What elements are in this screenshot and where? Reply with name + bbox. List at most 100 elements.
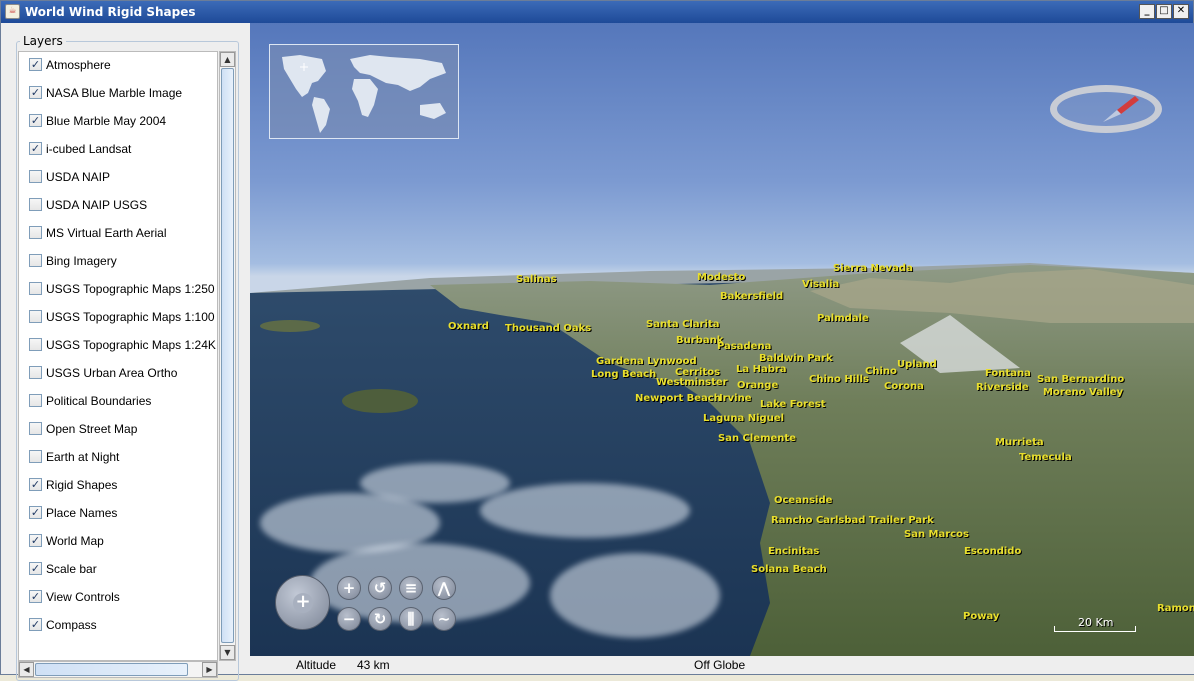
layer-label: USGS Topographic Maps 1:24K bbox=[46, 338, 216, 352]
vertical-exaggeration-up-icon[interactable]: ⋀ bbox=[432, 576, 456, 600]
layer-checkbox[interactable] bbox=[29, 394, 42, 407]
layer-label: Bing Imagery bbox=[46, 254, 117, 268]
layer-checkbox[interactable] bbox=[29, 226, 42, 239]
place-name-label: Lake Forest bbox=[760, 399, 826, 410]
place-name-label: Chino Hills bbox=[809, 374, 869, 385]
layer-checkbox[interactable]: ✓ bbox=[29, 142, 42, 155]
place-name-label: Fontana bbox=[985, 368, 1031, 379]
place-name-label: Riverside bbox=[976, 382, 1029, 393]
layer-label: Open Street Map bbox=[46, 422, 138, 436]
layer-checkbox[interactable]: ✓ bbox=[29, 114, 42, 127]
world-map-overview[interactable] bbox=[269, 44, 459, 139]
layer-checkbox[interactable] bbox=[29, 310, 42, 323]
place-name-label: Pasadena bbox=[717, 341, 772, 352]
layer-label: Earth at Night bbox=[46, 450, 120, 464]
layer-checkbox[interactable]: ✓ bbox=[29, 618, 42, 631]
minimize-button[interactable]: _ bbox=[1139, 4, 1155, 19]
layer-item[interactable]: USDA NAIP USGS bbox=[19, 195, 217, 215]
layer-item[interactable]: Bing Imagery bbox=[19, 251, 217, 271]
layer-checkbox[interactable] bbox=[29, 198, 42, 211]
layer-label: Place Names bbox=[46, 506, 118, 520]
place-name-label: La Habra bbox=[736, 364, 787, 375]
layer-item[interactable]: USGS Topographic Maps 1:24K bbox=[19, 335, 217, 355]
zoom-out-icon[interactable]: − bbox=[337, 607, 361, 631]
layer-item[interactable]: ✓ Blue Marble May 2004 bbox=[19, 111, 217, 131]
layer-item[interactable]: USGS Urban Area Ortho bbox=[19, 363, 217, 383]
vertical-scroll-thumb[interactable] bbox=[221, 68, 234, 643]
layer-item[interactable]: ✓ World Map bbox=[19, 531, 217, 551]
place-name-label: Visalia bbox=[802, 279, 840, 290]
rotate-right-icon[interactable]: ↻ bbox=[368, 607, 392, 631]
layer-item[interactable]: USGS Topographic Maps 1:250 bbox=[19, 279, 217, 299]
layer-checkbox[interactable] bbox=[29, 422, 42, 435]
layer-list: ✓ Atmosphere ✓ NASA Blue Marble Image ✓ Blue … bbox=[18, 51, 218, 661]
layer-checkbox[interactable]: ✓ bbox=[29, 562, 42, 575]
layer-item[interactable]: ✓ View Controls bbox=[19, 587, 217, 607]
close-button[interactable]: ✕ bbox=[1173, 4, 1189, 19]
horizontal-scroll-thumb[interactable] bbox=[35, 663, 188, 676]
layer-label: USDA NAIP bbox=[46, 170, 111, 184]
tilt-down-icon[interactable]: ⫼ bbox=[399, 607, 423, 631]
layer-checkbox[interactable]: ✓ bbox=[29, 478, 42, 491]
maximize-button[interactable]: □ bbox=[1156, 4, 1172, 19]
layer-checkbox[interactable]: ✓ bbox=[29, 590, 42, 603]
place-name-label: Temecula bbox=[1019, 452, 1072, 463]
vertical-exaggeration-down-icon[interactable]: ∼ bbox=[432, 607, 456, 631]
layer-label: Political Boundaries bbox=[46, 394, 152, 408]
layer-item[interactable]: Earth at Night bbox=[19, 447, 217, 467]
layer-checkbox[interactable]: ✓ bbox=[29, 506, 42, 519]
place-name-label: Long Beach bbox=[591, 369, 657, 380]
layer-label: i-cubed Landsat bbox=[46, 142, 132, 156]
layer-checkbox[interactable] bbox=[29, 254, 42, 267]
layer-item[interactable]: USDA NAIP bbox=[19, 167, 217, 187]
place-name-label: Poway bbox=[963, 611, 1000, 622]
cursor-position: Off Globe bbox=[694, 658, 746, 672]
layer-item[interactable]: Political Boundaries bbox=[19, 391, 217, 411]
layer-item[interactable]: ✓ Compass bbox=[19, 615, 217, 635]
place-name-label: Westminster bbox=[656, 377, 728, 388]
layer-item[interactable]: ✓ i-cubed Landsat bbox=[19, 139, 217, 159]
place-name-label: Baldwin Park bbox=[759, 353, 833, 364]
layer-list-vertical-scrollbar[interactable]: ▲ ▼ bbox=[219, 51, 236, 661]
window-title: World Wind Rigid Shapes bbox=[25, 5, 196, 19]
layer-item[interactable]: ✓ Place Names bbox=[19, 503, 217, 523]
scroll-down-arrow-icon[interactable]: ▼ bbox=[220, 645, 235, 660]
layer-item[interactable]: ✓ Rigid Shapes bbox=[19, 475, 217, 495]
layer-checkbox[interactable]: ✓ bbox=[29, 534, 42, 547]
layer-checkbox[interactable] bbox=[29, 282, 42, 295]
layer-checkbox[interactable]: ✓ bbox=[29, 58, 42, 71]
layer-checkbox[interactable] bbox=[29, 338, 42, 351]
layer-checkbox[interactable]: ✓ bbox=[29, 86, 42, 99]
place-name-label: Irvine bbox=[719, 393, 752, 404]
layer-checkbox[interactable] bbox=[29, 170, 42, 183]
layer-item[interactable]: USGS Topographic Maps 1:100 bbox=[19, 307, 217, 327]
layer-item[interactable]: ✓ NASA Blue Marble Image bbox=[19, 83, 217, 103]
layer-label: MS Virtual Earth Aerial bbox=[46, 226, 167, 240]
place-name-label: San Bernardino bbox=[1037, 374, 1125, 385]
layer-label: Atmosphere bbox=[46, 58, 111, 72]
rotate-left-icon[interactable]: ↺ bbox=[368, 576, 392, 600]
layer-item[interactable]: ✓ Atmosphere bbox=[19, 55, 217, 75]
layer-label: USDA NAIP USGS bbox=[46, 198, 148, 212]
place-name-label: Corona bbox=[884, 381, 924, 392]
place-name-label: Sierra Nevada bbox=[833, 263, 913, 274]
world-wind-globe-view[interactable]: Salinas Modesto Sierra Nevada Bakersfield Vi… bbox=[250, 23, 1194, 656]
layer-item[interactable]: MS Virtual Earth Aerial bbox=[19, 223, 217, 243]
layer-label: Scale bar bbox=[46, 562, 97, 576]
layer-list-horizontal-scrollbar[interactable]: ◀ ▶ bbox=[18, 661, 218, 678]
tilt-up-icon[interactable]: ≡ bbox=[399, 576, 423, 600]
layer-checkbox[interactable] bbox=[29, 450, 42, 463]
place-name-label: Moreno Valley bbox=[1043, 387, 1124, 398]
altitude-label: Altitude bbox=[296, 658, 337, 672]
zoom-in-icon[interactable]: + bbox=[337, 576, 361, 600]
place-name-label: Chino bbox=[865, 366, 897, 377]
layer-checkbox[interactable] bbox=[29, 366, 42, 379]
place-name-label: Thousand Oaks bbox=[505, 323, 592, 334]
pan-control[interactable]: + bbox=[275, 575, 330, 630]
compass-icon[interactable] bbox=[1050, 85, 1162, 133]
scroll-up-arrow-icon[interactable]: ▲ bbox=[220, 52, 235, 67]
layer-item[interactable]: Open Street Map bbox=[19, 419, 217, 439]
pan-center-icon[interactable]: + bbox=[293, 593, 313, 613]
layer-item[interactable]: ✓ Scale bar bbox=[19, 559, 217, 579]
title-bar[interactable]: ☕ World Wind Rigid Shapes _ □ ✕ bbox=[1, 1, 1193, 23]
